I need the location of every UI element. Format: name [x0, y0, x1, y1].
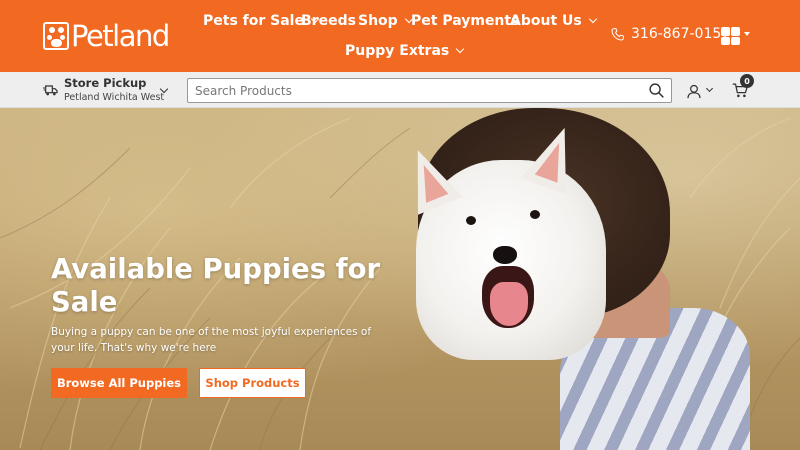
nav-label: Pets for Sale [203, 13, 304, 29]
search-icon[interactable] [648, 82, 665, 99]
chevron-down-icon [588, 14, 597, 24]
social-media-icon[interactable] [721, 27, 741, 45]
caret-down-icon[interactable] [744, 32, 750, 36]
phone-number: 316-867-0157 [631, 26, 731, 42]
nav-label: Puppy Extras [345, 43, 450, 59]
cart-count-badge: 0 [740, 74, 754, 88]
store-pickup-label[interactable]: Store Pickup [64, 76, 146, 90]
nav-about-us[interactable]: About Us [510, 13, 597, 29]
phone-link[interactable]: 316-867-0157 [610, 26, 730, 42]
phone-icon [611, 27, 624, 41]
search-input[interactable] [188, 79, 628, 102]
nav-pet-payments[interactable]: Pet Payments [411, 13, 519, 29]
nav-label: Pet Payments [411, 13, 520, 29]
nav-label: About Us [510, 13, 582, 29]
nav-shop[interactable]: Shop [358, 13, 413, 29]
nav-puppy-extras[interactable]: Puppy Extras [345, 43, 465, 59]
puppy-tongue [490, 282, 528, 326]
search-bar [187, 78, 672, 103]
shop-products-button[interactable]: Shop Products [199, 368, 306, 398]
paw-logo-icon [43, 22, 69, 50]
browse-all-puppies-button[interactable]: Browse All Puppies [51, 368, 187, 398]
chevron-down-icon [456, 44, 465, 54]
store-pickup-location[interactable]: Petland Wichita West [64, 92, 164, 103]
hero-title: Available Puppies for Sale [51, 253, 381, 318]
nav-breeds[interactable]: Breeds [301, 13, 356, 29]
nav-label: Breeds [301, 13, 356, 29]
user-icon[interactable] [686, 83, 702, 100]
puppy-nose [493, 246, 517, 264]
petland-logo[interactable]: Petland [43, 19, 170, 53]
delivery-icon [43, 85, 58, 96]
top-header: Petland Pets for Sale Breeds Shop Pet Pa… [0, 0, 800, 72]
logo-text: Petland [71, 19, 170, 53]
puppy-eye-right [530, 210, 540, 219]
nav-label: Shop [358, 13, 398, 29]
puppy-eye-left [466, 216, 476, 225]
hero-subtitle: Buying a puppy can be one of the most jo… [51, 326, 372, 354]
